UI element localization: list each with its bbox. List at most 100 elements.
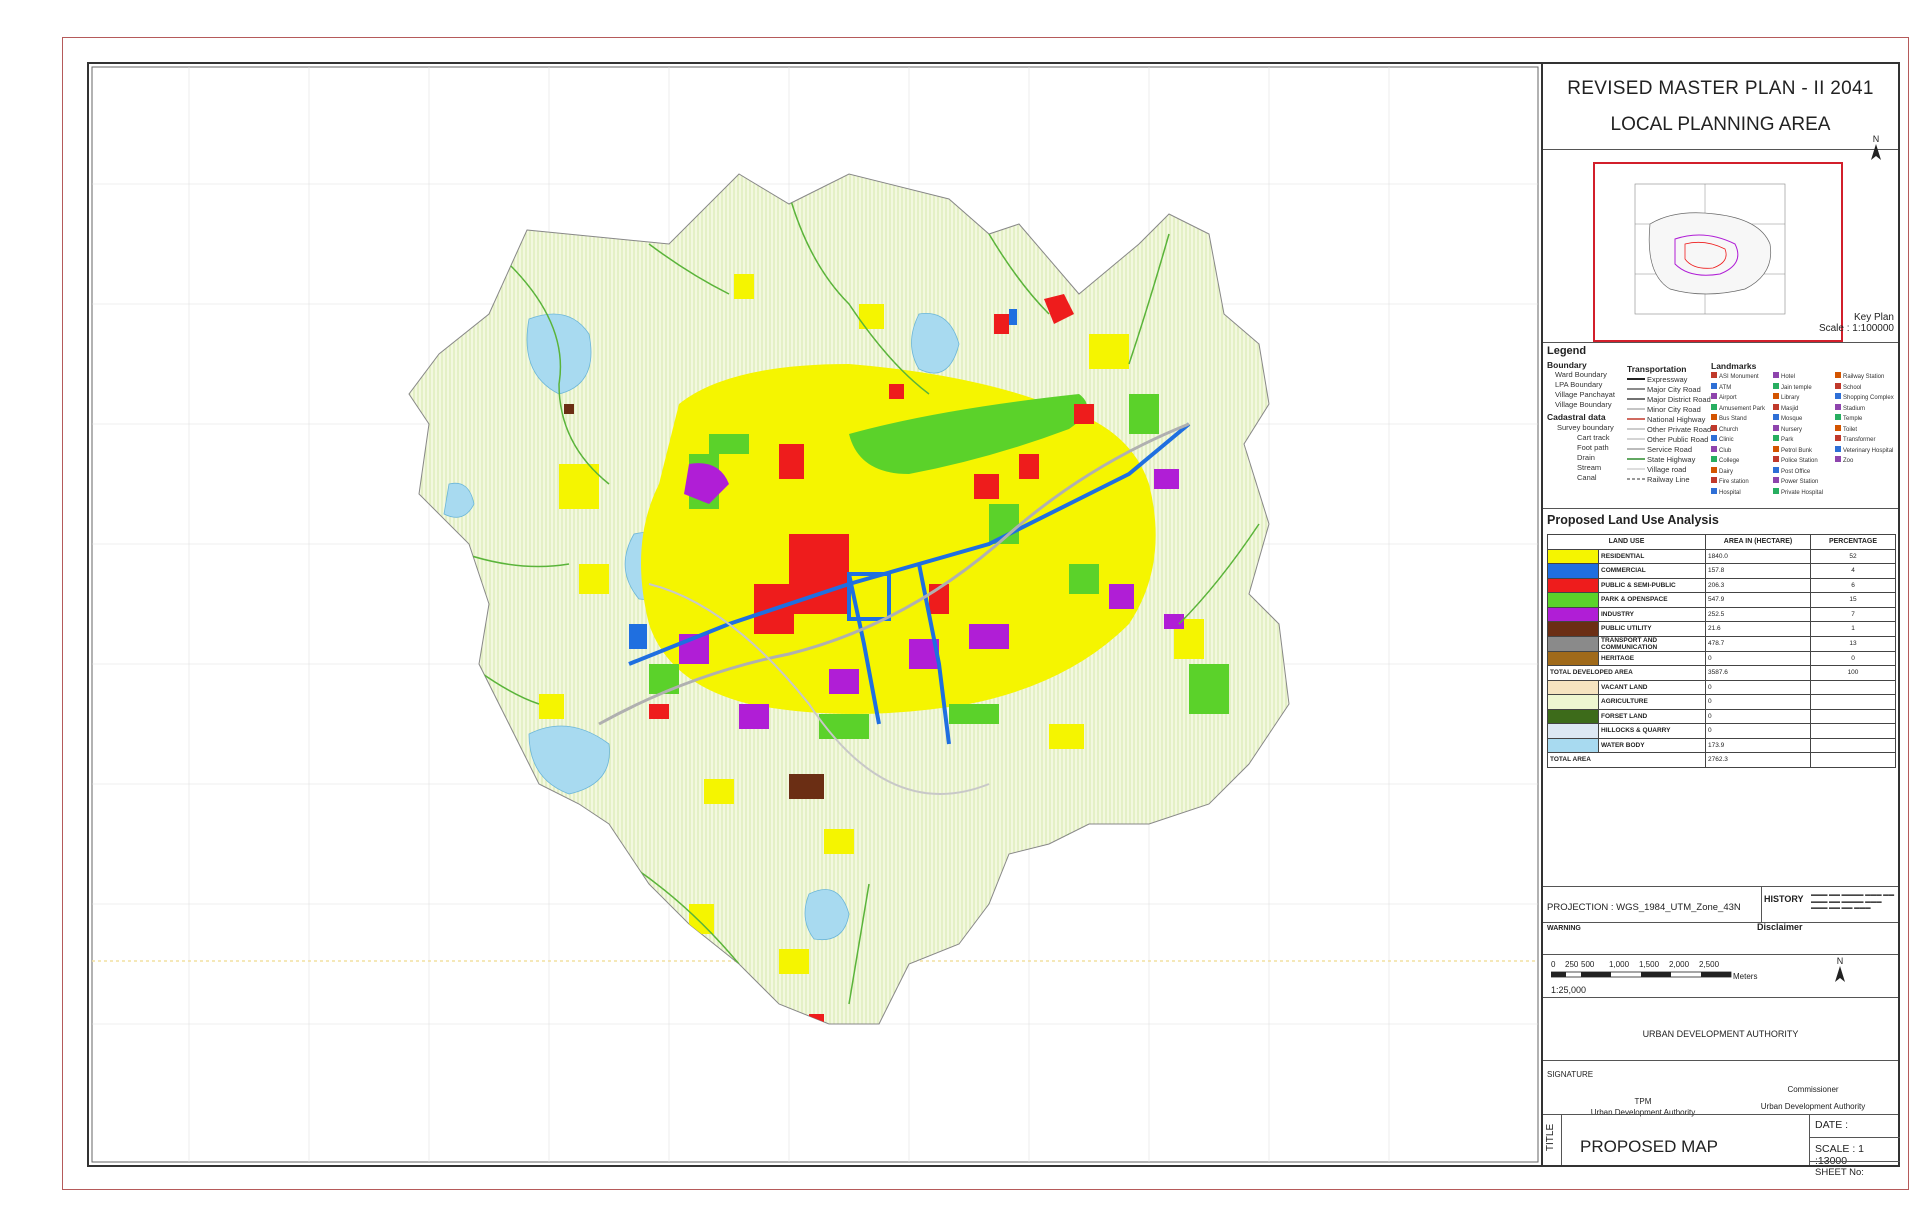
landmark-label: Dairy [1719, 468, 1734, 475]
landmark-item: Railway Station [1835, 372, 1884, 380]
land-use-swatch [1547, 577, 1599, 593]
signature-commissioner-org: Urban Development Authority [1760, 1102, 1866, 1111]
land-use-name: PARK & OPENSPACE [1598, 592, 1706, 608]
land-use-area: 206.3 [1705, 577, 1811, 593]
land-use-percentage: 0 [1810, 650, 1896, 666]
legend-landmarks-heading: Landmarks [1711, 361, 1757, 371]
legend-item: Ward Boundary [1555, 370, 1607, 379]
landmark-item: Stadium [1835, 403, 1865, 412]
landmark-item: Club [1711, 445, 1731, 454]
landmark-label: Private Hospital [1781, 489, 1824, 496]
table-row: INDUSTRY 252.5 7 [1547, 606, 1896, 622]
table-row: TRANSPORT AND COMMUNICATION 478.7 13 [1547, 635, 1896, 652]
landmark-item: Transformer [1835, 435, 1875, 443]
land-use-percentage [1810, 752, 1896, 768]
history-text: ▬▬▬ ▬▬ ▬▬▬▬ ▬▬▬ ▬▬ ▬▬▬ ▬▬ ▬▬▬▬ ▬▬▬ ▬▬▬ ▬… [1811, 892, 1895, 911]
land-use-percentage: 100 [1810, 665, 1896, 681]
land-use-map[interactable] [89, 64, 1541, 1165]
divider [1543, 149, 1898, 150]
land-use-area: 0 [1705, 650, 1811, 666]
landmark-label: Temple [1843, 416, 1863, 422]
land-use-swatch [1547, 606, 1599, 622]
landmark-item: Mosque [1773, 414, 1802, 422]
north-arrow-icon: N [1871, 134, 1881, 162]
key-plan-label: Key Plan [1853, 312, 1894, 323]
land-use-swatch [1547, 635, 1599, 652]
land-use-percentage: 7 [1810, 606, 1896, 622]
legend-item: Railway Line [1647, 475, 1690, 484]
disclaimer-label: Disclaimer [1757, 922, 1803, 932]
landmark-label: College [1719, 458, 1740, 464]
legend-title: Legend [1547, 345, 1587, 357]
land-use-area: 478.7 [1705, 635, 1811, 652]
land-use-area: 0 [1705, 694, 1811, 710]
legend-item: Foot path [1577, 443, 1609, 452]
landmark-symbol-icon [1773, 424, 1779, 431]
landmark-symbol-icon [1711, 487, 1717, 494]
land-use-name: INDUSTRY [1598, 606, 1706, 622]
landmark-label: Railway Station [1843, 374, 1885, 380]
land-use-name: COMMERCIAL [1598, 563, 1706, 579]
table-row: PARK & OPENSPACE 547.9 15 [1547, 592, 1896, 608]
legend-item: Expressway [1647, 375, 1688, 384]
authority-name: URBAN DEVELOPMENT AUTHORITY [1642, 1029, 1799, 1039]
title-vertical-label: TITLE [1545, 1123, 1557, 1152]
scale-bar [1551, 971, 1732, 978]
landmark-label: Church [1719, 426, 1739, 433]
landmark-item: Hotel [1773, 372, 1795, 380]
utility-patch [789, 774, 824, 799]
plan-subtitle: LOCAL PLANNING AREA [1610, 114, 1831, 135]
divider [1543, 997, 1898, 998]
table-row: FORSET LAND 0 [1547, 708, 1896, 724]
scale-ratio: 1:25,000 [1551, 985, 1587, 995]
land-use-swatch [1547, 563, 1599, 579]
scale-tick-label: 500 [1581, 960, 1595, 969]
landmark-label: Clinic [1719, 437, 1734, 443]
landmark-label: Hotel [1781, 374, 1796, 380]
land-use-percentage: 15 [1810, 592, 1896, 608]
landmark-item: Post Office [1773, 466, 1810, 475]
landmark-symbol-icon [1773, 435, 1779, 441]
landmark-symbol-icon [1773, 372, 1779, 378]
landmark-label: Masjid [1781, 405, 1799, 412]
landmark-symbol-icon [1773, 456, 1779, 462]
landmark-label: Amusement Park [1719, 405, 1766, 412]
table-row: AGRICULTURE 0 [1547, 694, 1896, 710]
keyplan-north-label: N [1872, 134, 1880, 144]
transport-line-swatches [1627, 378, 1645, 480]
landmark-symbol-icon [1835, 382, 1841, 389]
divider [1543, 342, 1898, 343]
land-use-area: 173.9 [1705, 737, 1811, 753]
table-row: PUBLIC & SEMI-PUBLIC 206.3 6 [1547, 577, 1896, 593]
land-use-swatch [1547, 723, 1599, 739]
divider [1543, 922, 1898, 923]
land-use-name: TOTAL DEVELOPED AREA [1547, 665, 1706, 681]
col-area: AREA IN (HECTARE) [1705, 534, 1811, 550]
land-use-swatch [1547, 592, 1599, 608]
land-use-name: WATER BODY [1598, 737, 1706, 753]
map-area[interactable] [89, 64, 1541, 1165]
landmark-item: ASI Monument [1711, 372, 1759, 380]
divider [1809, 1137, 1900, 1138]
landmark-item: Bus Stand [1711, 414, 1747, 422]
landmark-label: Petrol Bunk [1781, 447, 1813, 454]
land-use-percentage: 4 [1810, 563, 1896, 579]
divider [1543, 508, 1898, 509]
col-percentage: PERCENTAGE [1810, 534, 1896, 550]
landmark-symbol-icon [1835, 393, 1841, 399]
landmark-symbol-icon [1711, 403, 1717, 410]
scale-unit: Meters [1733, 972, 1758, 981]
legend-item: Service Road [1647, 445, 1693, 454]
signature-commissioner: Commissioner Urban Development Authority [1733, 1084, 1893, 1112]
north-arrow-icon: N [1835, 956, 1845, 984]
landmark-symbol-icon [1773, 393, 1779, 399]
table-row: COMMERCIAL 157.8 4 [1547, 563, 1896, 579]
landmark-label: Zoo [1843, 458, 1854, 464]
land-use-name: HERITAGE [1598, 650, 1706, 666]
landmark-symbol-icon [1835, 445, 1841, 452]
landmark-symbol-icon [1835, 414, 1841, 420]
scalebar-north-label: N [1836, 956, 1844, 966]
legend-item: Other Private Road [1647, 425, 1712, 434]
divider [1809, 1114, 1810, 1165]
landmark-label: Shopping Complex [1843, 395, 1894, 401]
